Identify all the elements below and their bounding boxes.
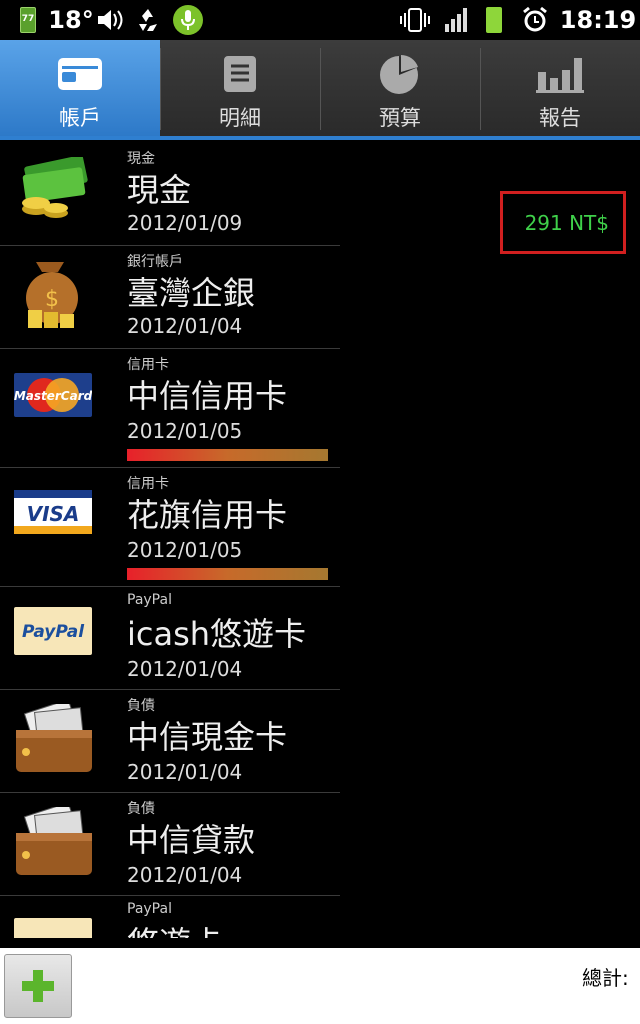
money-bag-icon: $: [14, 258, 94, 328]
account-date: 2012/01/04: [127, 760, 243, 784]
account-row-liability[interactable]: 負債 中信現金卡 2012/01/04: [0, 690, 340, 793]
account-date: 2012/01/04: [127, 657, 243, 681]
add-account-button[interactable]: [4, 954, 72, 1018]
account-row-paypal[interactable]: PayPal PayPal icash悠遊卡 2012/01/04: [0, 587, 340, 690]
account-row-bank[interactable]: $ 銀行帳戶 臺灣企銀 2012/01/04: [0, 246, 340, 349]
tab-label: 帳戶: [59, 106, 101, 130]
paypal-icon: [14, 916, 94, 938]
account-name: 中信現金卡: [127, 718, 288, 756]
temperature-text: 18°: [48, 6, 94, 34]
account-date: 2012/01/09: [127, 211, 243, 235]
svg-text:$: $: [45, 287, 59, 312]
paypal-icon: PayPal: [14, 605, 94, 669]
account-date: 2012/01/04: [127, 314, 243, 338]
battery-level-text: 77: [21, 14, 35, 24]
tab-label: 明細: [219, 106, 261, 130]
plus-icon: [22, 970, 54, 1002]
vibrate-icon: [398, 0, 432, 40]
tab-label: 報告: [539, 106, 581, 130]
clock-text: 18:19: [559, 6, 637, 34]
status-bar: 77 18° 18:19: [0, 0, 640, 40]
list-icon: [216, 52, 264, 96]
account-row-cash[interactable]: 現金 現金 2012/01/09: [0, 143, 340, 246]
alarm-icon: [518, 0, 552, 40]
cash-icon: [14, 155, 94, 221]
tab-bar: 帳戶 明細 預算 報告: [0, 40, 640, 140]
battery-icon: [480, 0, 508, 40]
account-row-credit-card[interactable]: VISA 信用卡 花旗信用卡 2012/01/05: [0, 468, 340, 587]
account-name: 花旗信用卡: [127, 496, 288, 534]
account-date: 2012/01/05: [127, 419, 243, 443]
account-name: 悠遊卡: [127, 918, 223, 938]
account-row-paypal[interactable]: PayPal 悠遊卡: [0, 896, 340, 938]
tab-reports[interactable]: 報告: [480, 40, 640, 136]
card-brand-text: PayPal: [22, 622, 85, 642]
account-date: 2012/01/05: [127, 538, 243, 562]
account-balance: 291 NT$: [500, 191, 626, 254]
account-type: PayPal: [127, 592, 172, 608]
account-name: icash悠遊卡: [127, 615, 307, 653]
pie-chart-icon: [376, 52, 424, 96]
account-type: PayPal: [127, 901, 172, 917]
credit-usage-bar: [127, 449, 328, 461]
tab-budget[interactable]: 預算: [320, 40, 480, 136]
tab-label: 預算: [379, 106, 421, 130]
total-label: 總計:: [582, 966, 629, 990]
microphone-icon: [170, 0, 206, 40]
wallet-cards-icon: [14, 801, 94, 875]
visa-icon: VISA: [14, 488, 94, 552]
account-date: 2012/01/04: [127, 863, 243, 887]
battery-icon: 77: [18, 0, 38, 40]
mastercard-icon: MasterCard: [14, 371, 94, 435]
card-brand-text: VISA: [27, 502, 80, 526]
wallet-icon: [56, 52, 104, 96]
bar-chart-icon: [536, 52, 584, 96]
volume-icon: [94, 0, 126, 40]
card-brand-text: MasterCard: [14, 389, 92, 403]
account-row-credit-card[interactable]: MasterCard 信用卡 中信信用卡 2012/01/05: [0, 349, 340, 468]
recycle-icon: [132, 0, 164, 40]
account-name: 臺灣企銀: [127, 274, 256, 312]
account-name: 中信貸款: [127, 821, 256, 859]
wallet-cards-icon: [14, 698, 94, 772]
credit-usage-bar: [127, 568, 328, 580]
tab-details[interactable]: 明細: [160, 40, 320, 136]
tab-accounts[interactable]: 帳戶: [0, 40, 160, 136]
bottom-bar: 總計:: [0, 948, 640, 1024]
account-row-liability[interactable]: 負債 中信貸款 2012/01/04: [0, 793, 340, 896]
signal-icon: [440, 0, 472, 40]
account-name: 中信信用卡: [127, 377, 288, 415]
account-name: 現金: [127, 171, 192, 209]
account-list[interactable]: 現金 現金 2012/01/09 $ 銀行帳戶 臺灣企銀 2012/01/04 …: [0, 143, 640, 938]
